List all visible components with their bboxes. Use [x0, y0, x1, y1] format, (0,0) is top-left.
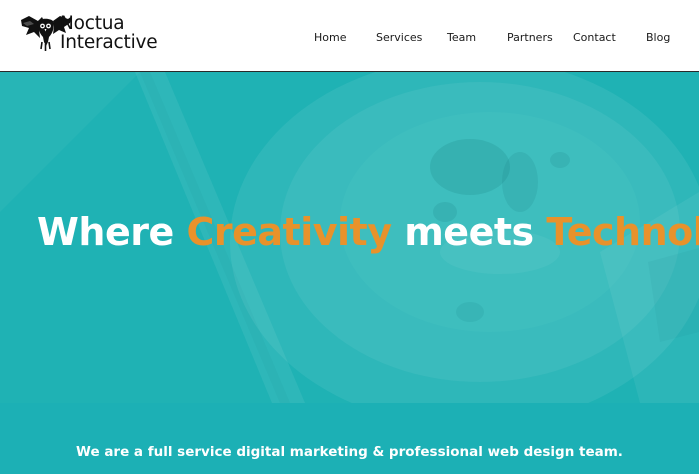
main-nav: Home Services Team Partners Contact Blog	[0, 31, 699, 47]
tagline-band: We are a full service digital marketing …	[0, 403, 699, 474]
nav-home[interactable]: Home	[314, 31, 346, 45]
nav-contact[interactable]: Contact	[573, 31, 616, 45]
hero-headline: Where Creativity meets Technology	[0, 206, 699, 258]
nav-services[interactable]: Services	[376, 31, 422, 45]
hero-word-technology: Technology	[546, 210, 699, 255]
hero-word-where: Where	[37, 210, 174, 255]
nav-team[interactable]: Team	[447, 31, 476, 45]
hero-word-meets: meets	[404, 210, 534, 255]
tagline-text: We are a full service digital marketing …	[76, 443, 623, 460]
nav-blog[interactable]: Blog	[646, 31, 670, 45]
hero-section: Where Creativity meets Technology	[0, 72, 699, 403]
site-header: Noctua Interactive Home Services Team Pa…	[0, 0, 699, 72]
hero-word-creativity: Creativity	[186, 210, 392, 255]
nav-partners[interactable]: Partners	[507, 31, 553, 45]
